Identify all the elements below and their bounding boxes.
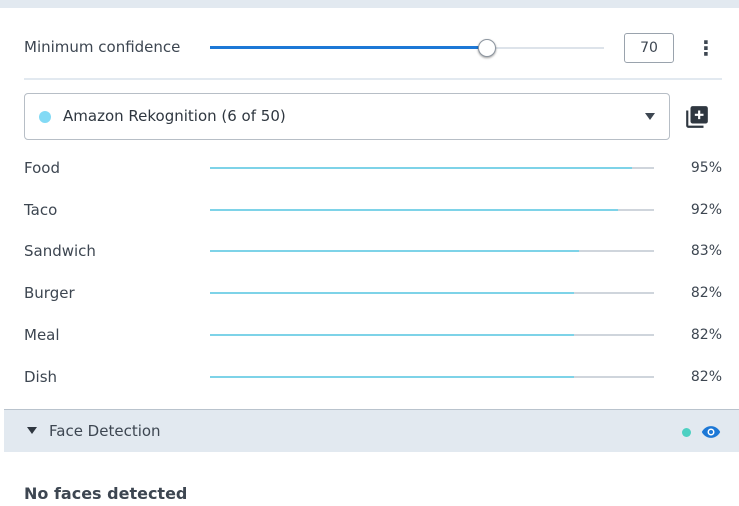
face-detection-title: Face Detection <box>49 422 161 440</box>
label-percent: 82% <box>690 326 722 343</box>
label-row: Food 95% <box>0 158 739 198</box>
slider-fill <box>210 46 486 49</box>
collapse-triangle-icon[interactable] <box>27 427 37 434</box>
label-confidence-bar <box>210 167 654 169</box>
label-row: Dish 82% <box>0 367 739 407</box>
confidence-label: Minimum confidence <box>24 38 181 56</box>
confidence-input[interactable]: 70 <box>624 33 674 63</box>
provider-dropdown[interactable]: Amazon Rekognition (6 of 50) <box>24 93 670 140</box>
label-confidence-bar <box>210 250 654 253</box>
label-confidence-bar <box>210 292 654 295</box>
no-faces-message: No faces detected <box>24 484 188 503</box>
label-percent: 83% <box>690 243 722 260</box>
add-box-icon[interactable] <box>684 104 710 130</box>
label-confidence-fill <box>210 375 575 378</box>
label-confidence-fill <box>210 208 619 211</box>
label-name: Sandwich <box>24 242 96 261</box>
label-percent: 82% <box>690 368 722 385</box>
label-row: Taco 92% <box>0 200 739 240</box>
caret-down-icon <box>645 113 655 120</box>
label-name: Burger <box>24 284 75 303</box>
label-name: Food <box>24 159 60 177</box>
eye-icon[interactable] <box>701 422 721 442</box>
provider-label: Amazon Rekognition (6 of 50) <box>63 107 286 125</box>
confidence-slider[interactable] <box>210 39 604 57</box>
top-section-strip <box>0 0 739 8</box>
face-detection-header[interactable]: Face Detection <box>4 409 739 452</box>
label-confidence-bar <box>210 375 654 378</box>
provider-color-dot <box>39 111 51 123</box>
more-vertical-icon[interactable]: ⋮ <box>696 36 716 60</box>
label-confidence-fill <box>210 250 579 253</box>
label-percent: 95% <box>690 160 722 176</box>
label-row: Burger 82% <box>0 283 739 323</box>
label-percent: 82% <box>690 285 722 302</box>
confidence-row: Minimum confidence 70 ⋮ <box>0 26 739 72</box>
label-confidence-bar <box>210 208 654 211</box>
label-name: Dish <box>24 367 58 386</box>
status-dot <box>682 428 691 437</box>
label-confidence-bar <box>210 333 654 336</box>
slider-thumb[interactable] <box>477 39 496 57</box>
label-name: Taco <box>24 200 58 219</box>
label-row: Sandwich 83% <box>0 241 739 281</box>
divider <box>24 78 722 80</box>
label-percent: 92% <box>690 201 722 218</box>
label-confidence-fill <box>210 333 575 336</box>
label-confidence-fill <box>210 292 575 295</box>
label-name: Meal <box>24 325 60 344</box>
label-confidence-fill <box>210 167 632 169</box>
label-row: Meal 82% <box>0 325 739 365</box>
